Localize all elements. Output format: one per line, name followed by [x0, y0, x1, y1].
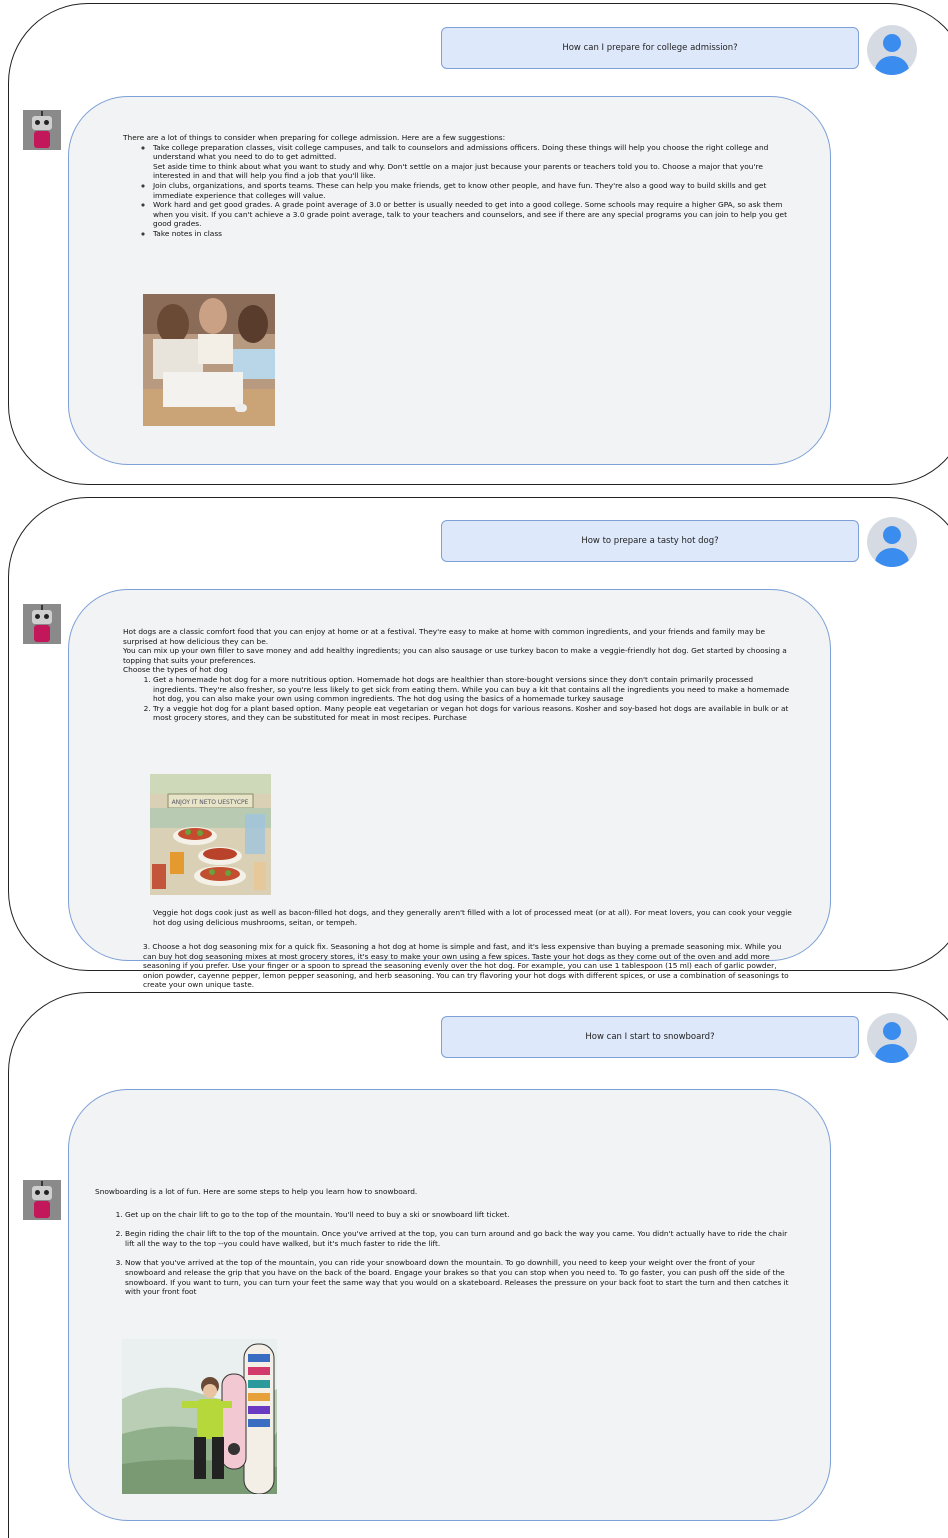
list-item: Try a veggie hot dog for a plant based o…	[153, 704, 795, 723]
robot-avatar-icon	[23, 1180, 61, 1220]
list-item: Now that you've arrived at the top of th…	[125, 1258, 790, 1296]
answer-intro: Snowboarding is a lot of fun. Here are s…	[95, 1187, 418, 1196]
assistant-answer-text-step3: 3. Choose a hot dog seasoning mix for a …	[143, 942, 793, 990]
answer-paragraph: Veggie hot dogs cook just as well as bac…	[153, 908, 792, 927]
suggestion-list: Take college preparation classes, visit …	[123, 143, 793, 239]
veggie-food-illustration: ANJOY IT NETO UESTYCPE	[150, 774, 271, 895]
answer-paragraph: Choose the types of hot dog	[123, 665, 228, 675]
assistant-answer-text: There are a lot of things to consider wh…	[123, 133, 793, 239]
answer-paragraph: You can mix up your own filler to save m…	[123, 646, 787, 665]
user-avatar-icon	[867, 517, 917, 567]
user-avatar-icon	[867, 25, 917, 75]
food-sign-text: ANJOY IT NETO UESTYCPE	[172, 799, 249, 806]
answer-paragraph: 3. Choose a hot dog seasoning mix for a …	[143, 942, 789, 990]
assistant-answer-text: Hot dogs are a classic comfort food that…	[123, 627, 795, 723]
user-question-bubble: How to prepare a tasty hot dog?	[441, 520, 859, 562]
user-question-text: How can I prepare for college admission?	[562, 43, 738, 53]
list-item-extra: Set aside time to think about what you w…	[153, 161, 763, 181]
snowboarder-illustration	[122, 1339, 277, 1494]
robot-avatar-icon	[23, 604, 61, 644]
user-question-text: How can I start to snowboard?	[585, 1032, 715, 1042]
robot-avatar-icon	[23, 110, 61, 150]
list-item: Join clubs, organizations, and sports te…	[153, 181, 793, 200]
user-question-bubble: How can I prepare for college admission?	[441, 27, 859, 69]
list-item: Get a homemade hot dog for a more nutrit…	[153, 675, 795, 704]
list-item: Get up on the chair lift to go to the to…	[125, 1210, 790, 1220]
students-studying-image	[143, 294, 275, 426]
assistant-answer-text-continued: Veggie hot dogs cook just as well as bac…	[153, 908, 793, 927]
list-item: Begin riding the chair lift to the top o…	[125, 1229, 790, 1248]
answer-paragraph: Hot dogs are a classic comfort food that…	[123, 627, 766, 646]
list-item: Work hard and get good grades. A grade p…	[153, 200, 793, 229]
user-avatar-icon	[867, 1013, 917, 1063]
assistant-answer-text: Snowboarding is a lot of fun. Here are s…	[95, 1187, 790, 1297]
answer-intro: There are a lot of things to consider wh…	[123, 133, 506, 142]
list-item: Take notes in class	[153, 229, 793, 239]
user-question-text: How to prepare a tasty hot dog?	[581, 536, 719, 546]
list-item: Take college preparation classes, visit …	[153, 143, 793, 181]
snowboard-steps-list: Get up on the chair lift to go to the to…	[95, 1210, 790, 1297]
user-question-bubble: How can I start to snowboard?	[441, 1016, 859, 1058]
hotdog-types-list: Get a homemade hot dog for a more nutrit…	[123, 675, 795, 723]
